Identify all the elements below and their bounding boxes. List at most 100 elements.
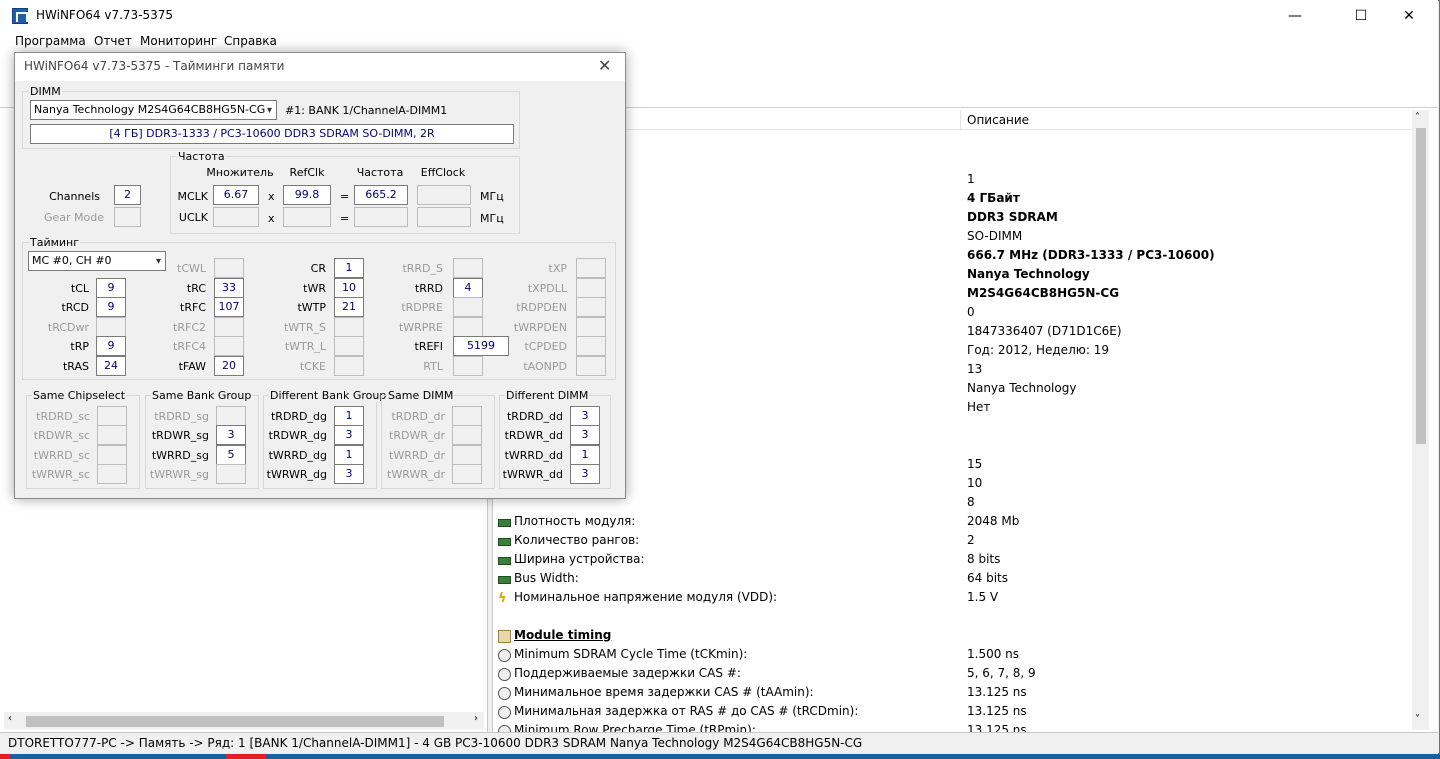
- detail-value[interactable]: 5, 6, 7, 8, 9: [967, 666, 1036, 680]
- scroll-up-arrow-icon[interactable]: ˄: [1415, 112, 1420, 123]
- timing-tcwl-label: tCWL: [177, 262, 206, 275]
- detail-label[interactable]: Поддерживаемые задержки CAS #:: [514, 666, 741, 680]
- timing-twrwr-sg-label: tWRWR_sg: [149, 468, 209, 481]
- detail-value[interactable]: Nanya Technology: [967, 267, 1090, 281]
- timing-twrrd-dg-label: tWRRD_dg: [268, 449, 327, 462]
- detail-label[interactable]: Ширина устройства:: [514, 552, 645, 566]
- mclk-times: x: [268, 190, 275, 203]
- column-description[interactable]: Описание: [967, 113, 1029, 127]
- timing-tras-label: tRAS: [62, 360, 89, 373]
- timing-twrrd-dd-value: 1: [570, 445, 600, 465]
- timing-trcd-value: 9: [96, 297, 126, 317]
- scroll-left-arrow-icon[interactable]: ‹: [8, 713, 12, 724]
- detail-value[interactable]: 2048 Mb: [967, 514, 1019, 528]
- detail-label[interactable]: Количество рангов:: [514, 533, 639, 547]
- timing-tcl-label: tCL: [70, 282, 89, 295]
- chevron-down-icon: ▾: [266, 105, 272, 116]
- timing-twrpre-value: [453, 317, 483, 337]
- detail-value[interactable]: 1.5 V: [967, 590, 998, 604]
- detail-value[interactable]: 666.7 MHz (DDR3-1333 / PC3-10600): [967, 248, 1215, 262]
- minimize-button[interactable]: —: [1272, 0, 1318, 32]
- menu-monitoring[interactable]: Мониторинг: [140, 34, 217, 48]
- column-divider[interactable]: [960, 110, 961, 130]
- tree-scroll-thumb[interactable]: [26, 716, 444, 727]
- detail-label[interactable]: Bus Width:: [514, 571, 579, 585]
- mclk-frequency: 665.2: [354, 185, 408, 205]
- dimm-select[interactable]: Nanya Technology M2S4G64CB8HG5N-CG ▾: [30, 100, 277, 120]
- timing-rtl-value: [453, 356, 483, 376]
- detail-value[interactable]: 15: [967, 457, 982, 471]
- detail-value[interactable]: 8 bits: [967, 552, 1000, 566]
- menu-help[interactable]: Справка: [224, 34, 277, 48]
- timing-twrwr-dd-value: 3: [570, 464, 600, 484]
- timing-twrpden-value: [576, 317, 606, 337]
- timing-tcpded-label: tCPDED: [524, 340, 567, 353]
- detail-label[interactable]: Минимальное время задержки CAS # (tAAmin…: [514, 685, 814, 699]
- timing-trfc-value: 107: [214, 297, 244, 317]
- timing-trfc2-value: [214, 317, 244, 337]
- timing-trdpre-value: [453, 297, 483, 317]
- scroll-right-arrow-icon[interactable]: ›: [474, 713, 478, 724]
- timing-trdwr-dr-value: [452, 425, 482, 445]
- detail-value[interactable]: Год: 2012, Неделю: 19: [967, 343, 1109, 357]
- close-button[interactable]: ✕: [1386, 0, 1432, 32]
- timing-cr-label: CR: [310, 262, 326, 275]
- detail-value[interactable]: 2: [967, 533, 975, 547]
- detail-value[interactable]: 4 ГБайт: [967, 191, 1020, 205]
- effclock-header: EffClock: [420, 166, 466, 179]
- details-scroll-thumb[interactable]: [1416, 128, 1426, 444]
- timing-twrwr-dd-label: tWRWR_dd: [502, 468, 563, 481]
- detail-value[interactable]: Nanya Technology: [967, 381, 1076, 395]
- timing-twtr-l-label: tWTR_L: [284, 340, 326, 353]
- timing-twrrd-sg-label: tWRRD_sg: [151, 449, 209, 462]
- uclk-times: x: [268, 212, 275, 225]
- detail-label[interactable]: Номинальное напряжение модуля (VDD):: [514, 590, 777, 604]
- details-pane[interactable]: [492, 108, 1438, 732]
- dialog-close-icon[interactable]: ✕: [598, 56, 611, 75]
- detail-value[interactable]: 10: [967, 476, 982, 490]
- timing-twrwr-sc-value: [97, 464, 127, 484]
- detail-value[interactable]: 1847336407 (D71D1C6E): [967, 324, 1122, 338]
- timing-trdrd-sg-value: [216, 406, 246, 426]
- detail-label[interactable]: Module timing: [514, 628, 611, 642]
- detail-value[interactable]: 64 bits: [967, 571, 1008, 585]
- detail-value[interactable]: 13.125 ns: [967, 685, 1027, 699]
- detail-value[interactable]: SO-DIMM: [967, 229, 1022, 243]
- detail-value[interactable]: 1: [967, 172, 975, 186]
- dimm-info-box: [4 ГБ] DDR3-1333 / PC3-10600 DDR3 SDRAM …: [30, 124, 514, 144]
- detail-value[interactable]: 13.125 ns: [967, 704, 1027, 718]
- detail-value[interactable]: M2S4G64CB8HG5N-CG: [967, 286, 1119, 300]
- frequency-group-label: Частота: [177, 150, 226, 163]
- maximize-button[interactable]: ☐: [1338, 0, 1384, 32]
- main-titlebar[interactable]: [0, 0, 1438, 32]
- dimm-select-value: Nanya Technology M2S4G64CB8HG5N-CG: [34, 103, 266, 116]
- detail-label[interactable]: Минимальная задержка от RAS # до CAS # (…: [514, 704, 858, 718]
- uclk-label: UCLK: [178, 211, 208, 224]
- detail-value[interactable]: 8: [967, 495, 975, 509]
- timing-trrd-s-label: tRRD_S: [402, 262, 443, 275]
- status-text: DTORETTO777-PC -> Память -> Ряд: 1 [BANK…: [8, 736, 863, 750]
- main-title: HWiNFO64 v7.73-5375: [36, 8, 174, 22]
- detail-label[interactable]: Плотность модуля:: [514, 514, 635, 528]
- timing-twrrd-dd-label: tWRRD_dd: [504, 449, 563, 462]
- timing-twr-value: 10: [334, 278, 364, 298]
- menu-program[interactable]: Программа: [15, 34, 86, 48]
- detail-value[interactable]: 13: [967, 362, 982, 376]
- timing-twrwr-dr-value: [452, 464, 482, 484]
- timing-trdrd-dg-label: tRDRD_dg: [270, 410, 327, 423]
- scroll-down-arrow-icon[interactable]: ˅: [1415, 714, 1420, 725]
- taskbar-fragment: [226, 754, 266, 759]
- timing-txpdll-label: tXPDLL: [527, 282, 567, 295]
- detail-label[interactable]: Minimum SDRAM Cycle Time (tCKmin):: [514, 647, 747, 661]
- memory-icon: [498, 576, 511, 584]
- menu-report[interactable]: Отчет: [94, 34, 132, 48]
- detail-value[interactable]: Нет: [967, 400, 990, 414]
- mclk-multiplier: 6.67: [213, 185, 259, 205]
- timing-trcd-label: tRCD: [61, 301, 89, 314]
- detail-value[interactable]: DDR3 SDRAM: [967, 210, 1058, 224]
- detail-value[interactable]: 1.500 ns: [967, 647, 1019, 661]
- mclk-refclk: 99.8: [283, 185, 331, 205]
- timing-trdrd-sc-label: tRDRD_sc: [36, 410, 90, 423]
- detail-value[interactable]: 0: [967, 305, 975, 319]
- timing-twr-label: tWR: [303, 282, 326, 295]
